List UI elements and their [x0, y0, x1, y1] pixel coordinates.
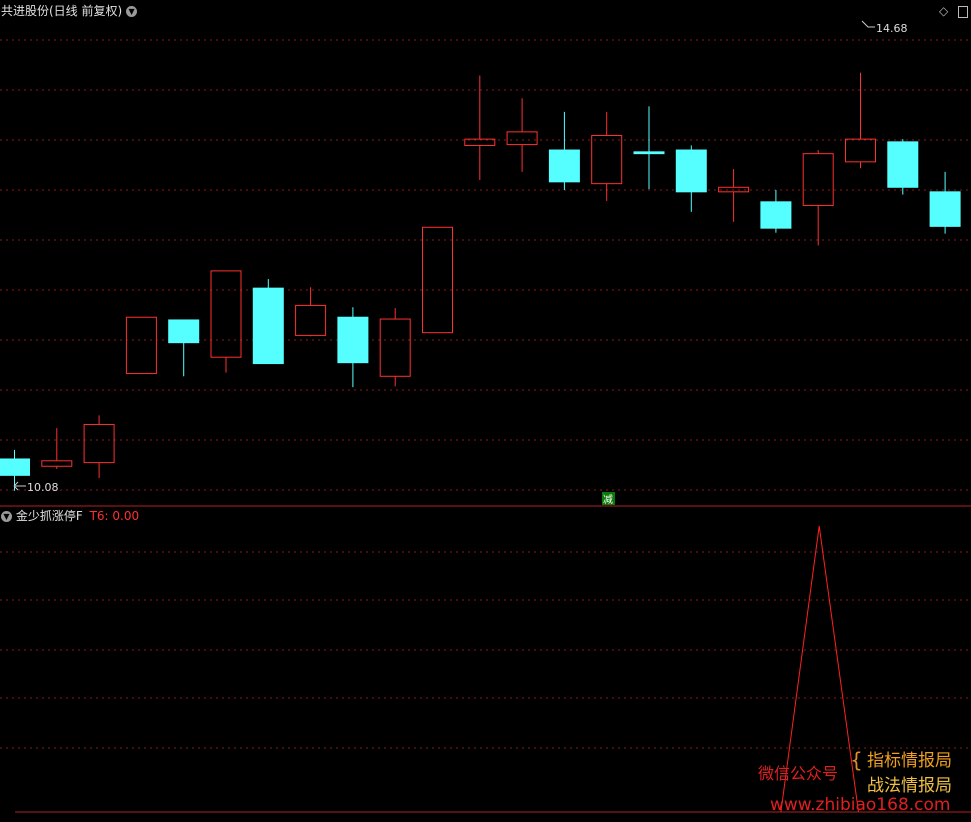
candle [252, 279, 284, 365]
candle [675, 145, 707, 212]
candle-body [422, 226, 453, 334]
candle [379, 308, 411, 387]
chevron-down-icon[interactable]: ▼ [126, 6, 138, 17]
candle-body [802, 153, 834, 206]
chart-tools: ◇ [939, 4, 969, 18]
watermark-line2: 战法情报局 [867, 776, 952, 796]
gridlines [0, 39, 971, 749]
watermark-wechat: 微信公众号 [758, 764, 839, 783]
candle-body [83, 423, 115, 464]
candle [295, 287, 327, 337]
candlestick-series [0, 72, 961, 491]
candle-body [41, 460, 73, 467]
low-price-label: 10.08 [27, 481, 59, 494]
candle-body [168, 319, 200, 344]
indicator-value: T6: 0.00 [89, 509, 140, 523]
stock-title: 共进股份(日线 前复权) [1, 4, 123, 18]
watermark-line1: 指标情报局 [867, 751, 952, 771]
candle-body [125, 316, 157, 375]
candle [210, 270, 242, 373]
candle-body [675, 149, 707, 193]
candle [845, 72, 876, 169]
candle-body [633, 151, 665, 155]
candle [760, 190, 792, 233]
watermark-url: www.zhibiao168.com [770, 795, 951, 815]
candle [337, 307, 369, 388]
candle-body [887, 141, 919, 188]
chevron-down-icon[interactable]: ▼ [1, 511, 12, 522]
candle-body [506, 131, 538, 146]
candle-body [929, 191, 961, 227]
restore-icon[interactable] [958, 5, 969, 18]
candle [718, 169, 750, 222]
candle-body [548, 149, 580, 183]
candle-body [252, 287, 284, 365]
candle [41, 428, 73, 469]
candle [802, 150, 834, 246]
candle [929, 171, 961, 234]
candle-body [337, 316, 369, 364]
candle-body [210, 270, 242, 358]
candle [633, 106, 665, 190]
candle [506, 98, 538, 172]
candle [464, 75, 496, 181]
indicator-header: ▼ 金少抓涨停F T6: 0.00 [1, 509, 139, 523]
chart-header: 共进股份(日线 前复权) ▼ [1, 4, 138, 18]
candle [887, 139, 919, 195]
candle-body [295, 304, 327, 336]
candle [83, 415, 115, 479]
high-price-label: 14.68 [876, 22, 908, 35]
candle-body [0, 458, 30, 476]
event-marker-label: 减 [603, 494, 613, 506]
chart-canvas[interactable]: 14.68 10.08 减 [0, 0, 971, 822]
event-marker[interactable]: 减 [602, 492, 615, 506]
candle [548, 111, 580, 191]
indicator-name: 金少抓涨停F [15, 509, 83, 523]
candle [125, 316, 157, 375]
candle [591, 111, 623, 201]
high-marker: 14.68 [861, 20, 908, 35]
low-marker: 10.08 [13, 481, 59, 494]
brace-icon: { [850, 748, 863, 772]
candle [422, 226, 453, 334]
candle-body [760, 201, 792, 229]
diamond-icon[interactable]: ◇ [939, 4, 948, 18]
candle [168, 319, 200, 377]
candle-body [845, 138, 876, 163]
candle-body [591, 134, 623, 185]
candle-body [379, 318, 411, 377]
